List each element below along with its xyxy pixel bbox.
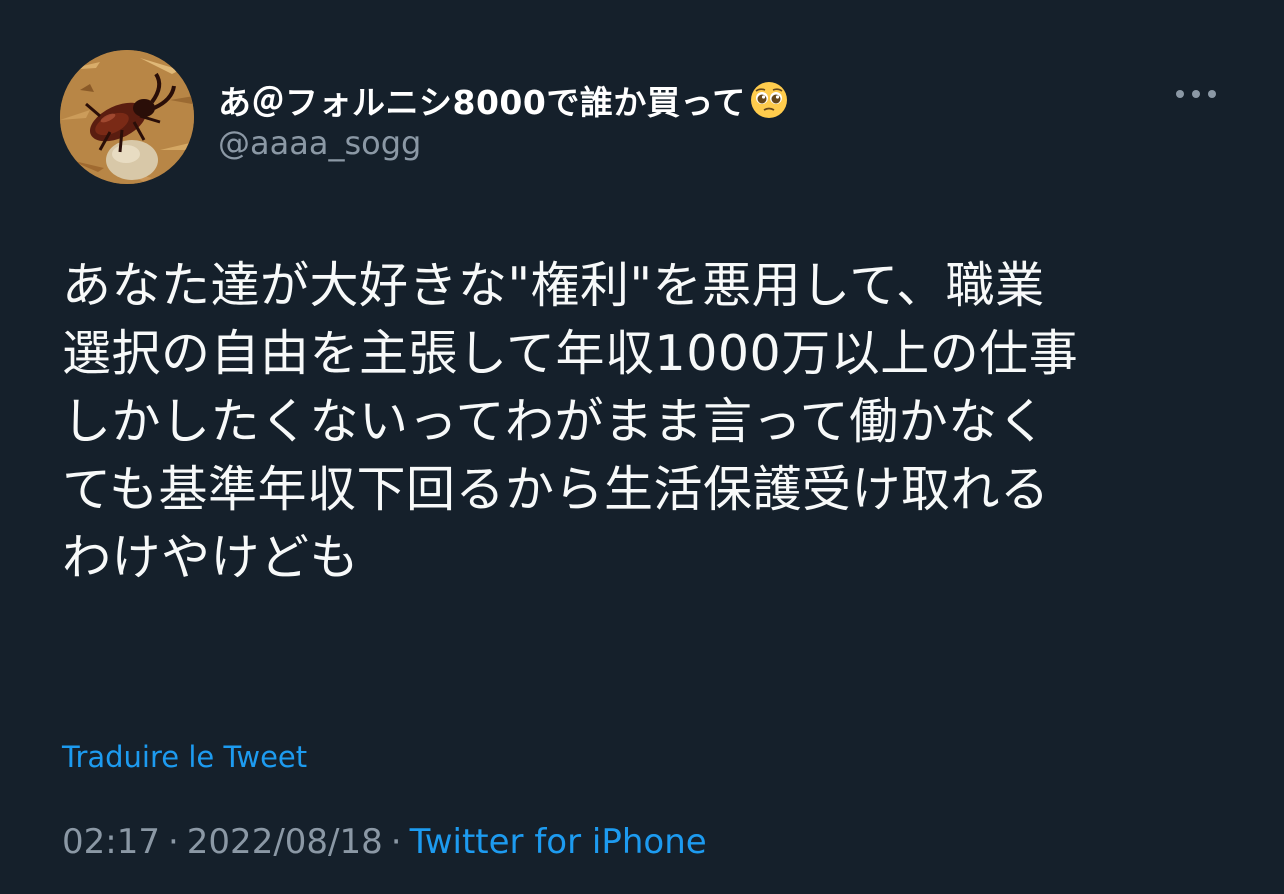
tweet-source-link[interactable]: Twitter for iPhone — [410, 822, 707, 862]
tweet-detail: あ＠フォルニシ8000で誰か買って @aaaa_sogg あなた達が大好きな"権… — [0, 0, 1284, 894]
tweet-time[interactable]: 02:17 — [62, 822, 160, 862]
translate-tweet-link[interactable]: Traduire le Tweet — [62, 740, 307, 774]
tweet-date[interactable]: 2022/08/18 — [187, 822, 383, 862]
more-icon-dot — [1192, 90, 1200, 98]
more-icon-dot — [1208, 90, 1216, 98]
more-options-button[interactable] — [1172, 80, 1220, 108]
more-icon-dot — [1176, 90, 1184, 98]
meta-separator: · — [390, 822, 402, 862]
meta-separator: · — [167, 822, 179, 862]
display-name[interactable]: あ＠フォルニシ8000で誰か買って — [218, 76, 788, 124]
tweet-metadata: 02:17 · 2022/08/18 · Twitter for iPhone — [62, 822, 707, 862]
user-handle[interactable]: @aaaa_sogg — [218, 124, 421, 162]
pleading-face-icon — [750, 82, 787, 118]
tweet-text: あなた達が大好きな"権利"を悪用して、職業 選択の自由を主張して年収1000万以… — [62, 257, 1079, 586]
beetle-avatar-icon — [60, 50, 194, 184]
avatar[interactable] — [60, 50, 194, 184]
display-name-text: あ＠フォルニシ8000で誰か買って — [218, 83, 746, 122]
